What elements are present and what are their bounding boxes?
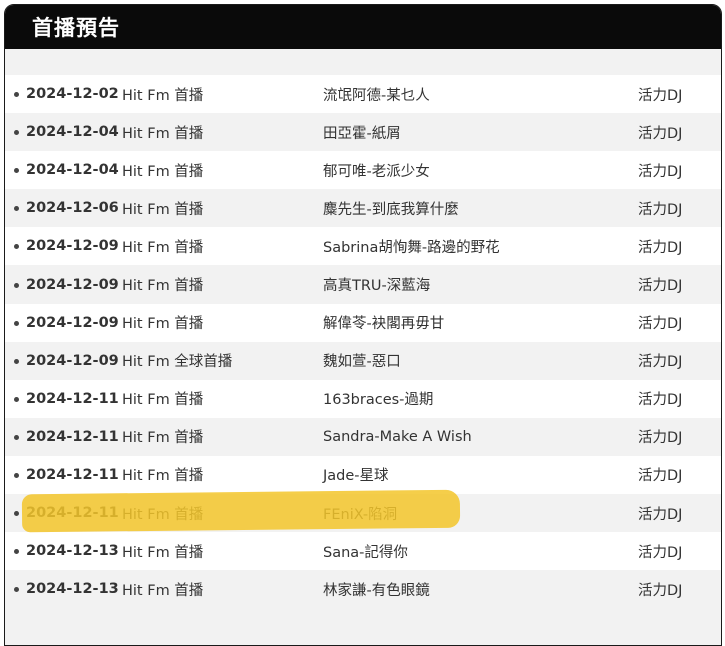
bullet-icon (14, 434, 19, 440)
bullet-icon (14, 358, 19, 364)
dj-label: 活力DJ (638, 316, 683, 333)
premiere-date: 2024-12-11 (26, 428, 119, 445)
song-title[interactable]: 田亞霍-紙屑 (323, 122, 401, 143)
dj-label: 活力DJ (638, 125, 683, 142)
station-label: Hit Fm 首播 (122, 278, 204, 295)
list-item[interactable]: 2024-12-11 Hit Fm 首播 Jade-星球 活力DJ (5, 456, 721, 494)
list-item[interactable]: 2024-12-13 Hit Fm 首播 林家謙-有色眼鏡 活力DJ (5, 570, 721, 609)
song-title[interactable]: 麋先生-到底我算什麼 (323, 198, 459, 219)
dj-label: 活力DJ (638, 87, 683, 104)
song-title[interactable]: 郁可唯-老派少女 (323, 160, 430, 181)
premiere-schedule-panel: 首播預告 2024-12-02 Hit Fm 首播 流氓阿德-某乜人 活力DJ 2024… (4, 4, 722, 646)
premiere-date: 2024-12-09 (26, 314, 119, 331)
station-label: Hit Fm 首播 (122, 430, 204, 447)
dj-label: 活力DJ (638, 239, 683, 256)
dj-label: 活力DJ (638, 278, 683, 295)
station-label: Hit Fm 首播 (122, 392, 204, 409)
header-spacer (5, 49, 721, 75)
bullet-icon (14, 130, 19, 136)
list-item[interactable]: 2024-12-04 Hit Fm 首播 田亞霍-紙屑 活力DJ (5, 113, 721, 152)
dj-label: 活力DJ (638, 544, 683, 561)
bullet-icon (14, 472, 19, 478)
bullet-icon (14, 282, 19, 288)
premiere-date: 2024-12-09 (26, 276, 119, 293)
station-label: Hit Fm 首播 (122, 239, 204, 256)
list-item[interactable]: 2024-12-02 Hit Fm 首播 流氓阿德-某乜人 活力DJ (5, 75, 721, 113)
dj-label: 活力DJ (638, 430, 683, 447)
station-label: Hit Fm 首播 (122, 201, 204, 218)
list-item[interactable]: 2024-12-13 Hit Fm 首播 Sana-記得你 活力DJ (5, 532, 721, 570)
station-label: Hit Fm 首播 (122, 582, 204, 599)
list-item[interactable]: 2024-12-09 Hit Fm 全球首播 魏如萱-惡口 活力DJ (5, 341, 721, 380)
song-title[interactable]: Sana-記得你 (323, 541, 408, 562)
bullet-icon (14, 549, 19, 555)
premiere-date: 2024-12-13 (26, 581, 119, 598)
list-item[interactable]: 2024-12-11 Hit Fm 首播 Sandra-Make A Wish 活力D… (5, 417, 721, 456)
station-label: Hit Fm 首播 (122, 163, 204, 180)
list-item[interactable]: 2024-12-04 Hit Fm 首播 郁可唯-老派少女 活力DJ (5, 151, 721, 189)
song-title[interactable]: Jade-星球 (323, 464, 389, 485)
bullet-icon (14, 92, 19, 98)
list-item[interactable]: 2024-12-11 Hit Fm 首播 FEniX-陷洞 活力DJ (5, 494, 721, 533)
bullet-icon (14, 511, 19, 517)
dj-label: 活力DJ (638, 468, 683, 485)
station-label: Hit Fm 首播 (122, 468, 204, 485)
station-label: Hit Fm 首播 (122, 87, 204, 104)
song-title[interactable]: 魏如萱-惡口 (323, 350, 401, 371)
dj-label: 活力DJ (638, 506, 683, 523)
panel-header: 首播預告 (5, 5, 721, 49)
schedule-list: 2024-12-02 Hit Fm 首播 流氓阿德-某乜人 活力DJ 2024-12-0… (5, 75, 721, 609)
song-title[interactable]: Sandra-Make A Wish (323, 429, 472, 445)
station-label: Hit Fm 首播 (122, 506, 204, 523)
bullet-icon (14, 244, 19, 250)
song-title[interactable]: 高真TRU-深藍海 (323, 274, 430, 295)
station-label: Hit Fm 全球首播 (122, 354, 233, 371)
song-title[interactable]: 流氓阿德-某乜人 (323, 84, 430, 105)
premiere-date: 2024-12-02 (26, 86, 119, 103)
song-title[interactable]: FEniX-陷洞 (323, 503, 397, 524)
bullet-icon (14, 396, 19, 402)
list-item[interactable]: 2024-12-06 Hit Fm 首播 麋先生-到底我算什麼 活力DJ (5, 189, 721, 228)
premiere-date: 2024-12-04 (26, 162, 119, 179)
dj-label: 活力DJ (638, 582, 683, 599)
bullet-icon (14, 587, 19, 593)
premiere-date: 2024-12-09 (26, 352, 119, 369)
premiere-date: 2024-12-09 (26, 238, 119, 255)
premiere-date: 2024-12-11 (26, 390, 119, 407)
list-item[interactable]: 2024-12-11 Hit Fm 首播 163braces-過期 活力DJ (5, 380, 721, 418)
premiere-date: 2024-12-04 (26, 124, 119, 141)
page-title: 首播預告 (32, 16, 120, 40)
station-label: Hit Fm 首播 (122, 544, 204, 561)
bullet-icon (14, 168, 19, 174)
premiere-date: 2024-12-11 (26, 466, 119, 483)
dj-label: 活力DJ (638, 392, 683, 409)
dj-label: 活力DJ (638, 201, 683, 218)
list-item[interactable]: 2024-12-09 Hit Fm 首播 解偉苓-袂閣再毋甘 活力DJ (5, 304, 721, 342)
bullet-icon (14, 206, 19, 212)
song-title[interactable]: 163braces-過期 (323, 388, 433, 409)
dj-label: 活力DJ (638, 163, 683, 180)
station-label: Hit Fm 首播 (122, 316, 204, 333)
premiere-date: 2024-12-11 (26, 505, 119, 522)
song-title[interactable]: 解偉苓-袂閣再毋甘 (323, 312, 444, 333)
dj-label: 活力DJ (638, 354, 683, 371)
premiere-date: 2024-12-06 (26, 200, 119, 217)
list-item[interactable]: 2024-12-09 Hit Fm 首播 高真TRU-深藍海 活力DJ (5, 265, 721, 304)
song-title[interactable]: 林家謙-有色眼鏡 (323, 579, 430, 600)
station-label: Hit Fm 首播 (122, 125, 204, 142)
list-item[interactable]: 2024-12-09 Hit Fm 首播 Sabrina胡恂舞-路邊的野花 活力DJ (5, 227, 721, 265)
bullet-icon (14, 320, 19, 326)
song-title[interactable]: Sabrina胡恂舞-路邊的野花 (323, 236, 500, 257)
premiere-date: 2024-12-13 (26, 543, 119, 560)
